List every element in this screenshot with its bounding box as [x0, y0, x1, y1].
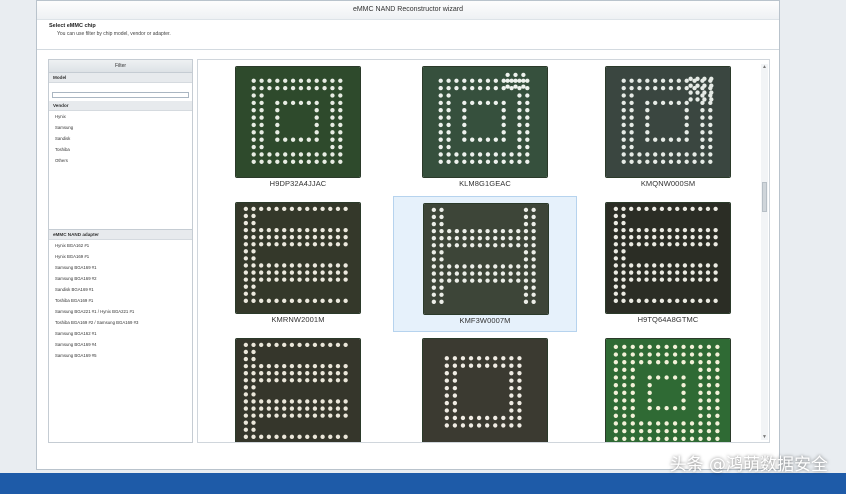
chip-photo [605, 66, 731, 178]
vendor-item-others[interactable]: Others [49, 155, 192, 166]
chip-label: H9TQ64A8GTMC [637, 315, 699, 324]
wizard-header: Select eMMC chip You can use filter by c… [49, 23, 767, 51]
vendor-label: Vendor [49, 101, 192, 111]
chip-photo [423, 203, 549, 315]
chip-gallery: H9DP32A4JJAC KLM8G1GEAC KMQNW000SM KMRNW200… [197, 59, 770, 443]
vendor-item-toshiba[interactable]: Toshiba [49, 144, 192, 155]
adapter-item[interactable]: Toshiba BGA169 #1 [49, 295, 192, 306]
chip-tile[interactable] [576, 332, 760, 442]
chip-photo [422, 66, 548, 178]
adapter-item[interactable]: Samsung BGA162 #1 [49, 328, 192, 339]
adapter-item[interactable]: Hynix BGA169 #1 [49, 251, 192, 262]
window-title: eMMC NAND Reconstructor wizard [37, 1, 779, 20]
chip-photo [605, 202, 731, 314]
adapter-item[interactable]: Samsung BGA221 #1 / Hynix BGA221 #1 [49, 306, 192, 317]
adapter-item[interactable]: Toshiba BGA169 #2 / Samsung BGA169 #3 [49, 317, 192, 328]
adapter-item[interactable]: Samsung BGA169 #2 [49, 273, 192, 284]
model-label: Model [49, 73, 192, 83]
chip-photo [422, 338, 548, 442]
chip-tile[interactable]: KMF3W0007M [393, 196, 577, 332]
adapter-list: Hynix BGA162 #1 Hynix BGA169 #1 Samsung … [49, 240, 192, 361]
vendor-item-sandisk[interactable]: Sandisk [49, 133, 192, 144]
vendor-item-samsung[interactable]: Samsung [49, 122, 192, 133]
chip-photo [235, 202, 361, 314]
chip-tile[interactable] [393, 332, 577, 442]
chip-label: KMQNW000SM [640, 179, 696, 188]
gallery-scrollbar[interactable]: ▲ ▼ [761, 64, 768, 440]
page-title: Select eMMC chip [49, 23, 96, 29]
chip-tile[interactable]: H9TQ64A8GTMC [576, 196, 760, 332]
chip-label: KMRNW2001M [271, 315, 325, 324]
adapter-item[interactable]: Hynix BGA162 #1 [49, 240, 192, 251]
watermark: 头条 @鸿萌数据安全 [669, 455, 828, 475]
model-filter-input[interactable] [52, 91, 189, 98]
header-divider [37, 49, 779, 50]
chip-tile[interactable]: H9DP32A4JJAC [206, 60, 390, 196]
chip-photo [235, 338, 361, 442]
chip-tile[interactable]: KMRNW2001M [206, 196, 390, 332]
scroll-down-icon[interactable]: ▼ [761, 434, 768, 440]
filter-panel: Filter Model Vendor Hynix Samsung Sandis… [48, 59, 193, 443]
chip-label: KLM8G1GEAC [459, 179, 511, 188]
chip-photo [235, 66, 361, 178]
adapter-item[interactable]: Samsung BGA169 #1 [49, 262, 192, 273]
adapter-item[interactable]: Samsung BGA169 #4 [49, 339, 192, 350]
bottom-banner [0, 473, 846, 494]
scroll-up-icon[interactable]: ▲ [761, 64, 768, 70]
adapter-item[interactable]: Sandisk BGA169 #1 [49, 284, 192, 295]
filter-heading: Filter [49, 60, 192, 73]
vendor-list: Hynix Samsung Sandisk Toshiba Others [49, 111, 192, 229]
chip-label: KMF3W0007M [459, 316, 511, 325]
page-subtitle: You can use filter by chip model, vendor… [57, 31, 171, 37]
chip-label: H9DP32A4JJAC [269, 179, 327, 188]
chip-tile[interactable]: KMQNW000SM [576, 60, 760, 196]
scroll-thumb[interactable] [762, 182, 767, 212]
wizard-window: eMMC NAND Reconstructor wizard Select eM… [36, 0, 780, 470]
adapter-label: eMMC NAND adapter [49, 230, 192, 240]
chip-tile[interactable] [206, 332, 390, 442]
vendor-item-hynix[interactable]: Hynix [49, 111, 192, 122]
chip-photo [605, 338, 731, 442]
chip-tile[interactable]: KLM8G1GEAC [393, 60, 577, 196]
adapter-item[interactable]: Samsung BGA169 #5 [49, 350, 192, 361]
